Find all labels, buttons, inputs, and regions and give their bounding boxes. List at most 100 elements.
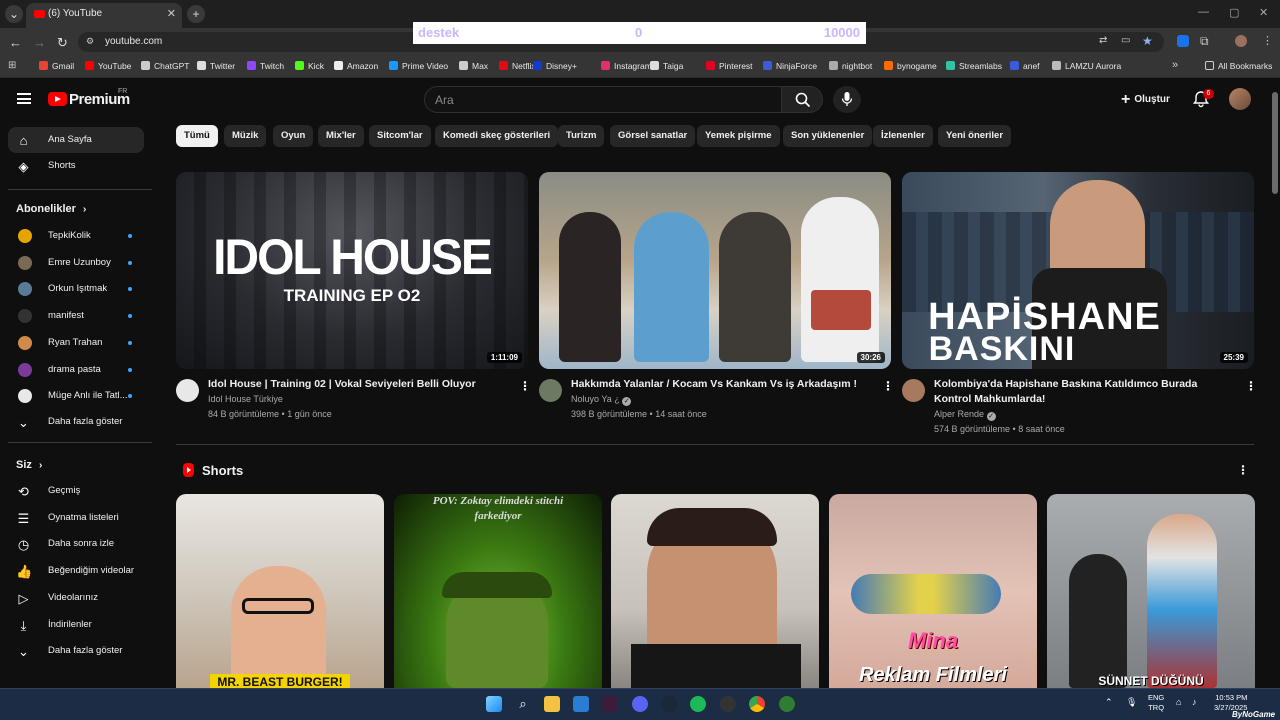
- sidebar-item-subscription[interactable]: Emre Uzunboy: [8, 250, 144, 276]
- voice-search-button[interactable]: [833, 86, 861, 113]
- sidebar-item-shorts[interactable]: ◈ Shorts: [8, 153, 144, 179]
- short-card[interactable]: [611, 494, 819, 688]
- browser-tab[interactable]: (6) YouTube ✕: [26, 3, 182, 28]
- more-bookmarks-icon[interactable]: »: [1172, 59, 1178, 71]
- filter-chip[interactable]: Mix'ler: [318, 125, 364, 147]
- bookmark-link[interactable]: Streamlabs: [946, 61, 1002, 71]
- url-text[interactable]: youtube.com: [105, 36, 162, 47]
- profile-avatar[interactable]: [1235, 35, 1247, 47]
- apps-grid-icon[interactable]: ⊞: [8, 60, 16, 71]
- bookmark-link[interactable]: Instagram: [601, 61, 652, 71]
- volume-icon[interactable]: ♪: [1192, 697, 1197, 707]
- sidebar-item-clock[interactable]: ◷ Daha sonra izle: [8, 531, 144, 557]
- youtube-logo-icon[interactable]: [48, 92, 67, 106]
- channel-name[interactable]: Noluyo Ya ¿ ✓: [571, 394, 632, 406]
- sidebar-item-history[interactable]: ⟲ Geçmiş: [8, 478, 144, 504]
- sidebar-item-subscription[interactable]: TepkiKolik: [8, 223, 144, 249]
- sidebar-item-playlist[interactable]: ☰ Oynatma listeleri: [8, 505, 144, 531]
- bookmark-link[interactable]: Twitter: [197, 61, 235, 71]
- bookmark-link[interactable]: bynogame: [884, 61, 937, 71]
- filter-chip[interactable]: Yemek pişirme: [697, 125, 780, 147]
- sidebar-item-subscription[interactable]: Orkun Işıtmak: [8, 276, 144, 302]
- video-title[interactable]: Kolombiya'da Hapishane Baskına Katıldımc…: [934, 377, 1234, 407]
- filter-chip[interactable]: Yeni öneriler: [938, 125, 1012, 147]
- bookmark-link[interactable]: Disney+: [533, 61, 577, 71]
- all-bookmarks-link[interactable]: All Bookmarks: [1205, 61, 1272, 71]
- create-button[interactable]: + Oluştur: [1115, 87, 1179, 112]
- filter-chip[interactable]: Oyun: [273, 125, 314, 147]
- close-tab-icon[interactable]: ✕: [167, 3, 176, 25]
- video-thumbnail[interactable]: HAPİSHANE BASKINI 25:39: [902, 172, 1254, 369]
- bookmark-link[interactable]: Taiga: [650, 61, 683, 71]
- sidebar-item-your-videos[interactable]: ▷ Videolarınız: [8, 585, 144, 611]
- tray-chevron-icon[interactable]: ⌃: [1105, 697, 1113, 708]
- bookmark-link[interactable]: Gmail: [39, 61, 74, 71]
- filter-chip[interactable]: Son yüklenenler: [783, 125, 873, 147]
- account-avatar[interactable]: [1229, 88, 1251, 110]
- video-thumbnail[interactable]: 30:26: [539, 172, 891, 369]
- filter-chip[interactable]: Müzik: [224, 125, 267, 147]
- bookmark-link[interactable]: LAMZU Aurora: [1052, 61, 1121, 71]
- subscriptions-heading[interactable]: Abonelikler ›: [16, 203, 86, 215]
- channel-name[interactable]: Idol House Türkiye: [208, 394, 283, 404]
- short-card[interactable]: POV: Zoktay elimdeki stitchi farkediyor: [394, 494, 602, 688]
- video-title[interactable]: Idol House | Training 02 | Vokal Seviyel…: [208, 377, 508, 392]
- bookmark-star-icon[interactable]: ★: [1142, 34, 1153, 48]
- input-language[interactable]: ENG TRQ: [1148, 693, 1164, 713]
- cast-icon[interactable]: ▭: [1121, 35, 1130, 46]
- filter-chip[interactable]: İzlenenler: [873, 125, 933, 147]
- app-green-icon[interactable]: [779, 696, 795, 712]
- video-thumbnail[interactable]: IDOL HOUSE TRAINING EP O2 1:11:09: [176, 172, 528, 369]
- channel-name[interactable]: Alper Rende ✓: [934, 409, 996, 421]
- more-options-icon[interactable]: ⋮: [1245, 379, 1257, 393]
- extensions-icon[interactable]: ⧉: [1200, 34, 1209, 49]
- filter-chip[interactable]: Turizm: [558, 125, 605, 147]
- reload-icon[interactable]: ↻: [57, 35, 68, 51]
- site-info-icon[interactable]: ⚙: [86, 36, 94, 47]
- minimize-icon[interactable]: —: [1198, 6, 1209, 18]
- channel-avatar[interactable]: [176, 379, 199, 402]
- bookmark-link[interactable]: Kick: [295, 61, 324, 71]
- short-card[interactable]: SÜNNET DÜĞÜNÜ: [1047, 494, 1255, 688]
- more-options-icon[interactable]: ⋮: [519, 379, 531, 393]
- bookmark-link[interactable]: Amazon: [334, 61, 378, 71]
- steam-icon[interactable]: [661, 696, 677, 712]
- filter-chip[interactable]: Görsel sanatlar: [610, 125, 696, 147]
- video-title[interactable]: Hakkımda Yalanlar / Kocam Vs Kankam Vs i…: [571, 377, 871, 392]
- bookmark-link[interactable]: anef: [1010, 61, 1040, 71]
- tray-mic-icon[interactable]: 🎙: [1126, 697, 1137, 708]
- start-button-icon[interactable]: [486, 696, 502, 712]
- you-heading[interactable]: Siz ›: [16, 459, 42, 471]
- filter-chip[interactable]: Tümü: [176, 125, 218, 147]
- translate-icon[interactable]: ⇄: [1099, 35, 1107, 46]
- forward-icon[interactable]: →: [33, 35, 46, 50]
- bookmark-link[interactable]: Pinterest: [706, 61, 753, 71]
- network-icon[interactable]: ⌂: [1176, 697, 1181, 707]
- short-card[interactable]: Mina Reklam Filmleri: [829, 494, 1037, 688]
- shorts-more-icon[interactable]: ⋮: [1237, 463, 1249, 477]
- discord-icon[interactable]: [632, 696, 648, 712]
- bookmark-link[interactable]: nightbot: [829, 61, 872, 71]
- close-window-icon[interactable]: ✕: [1259, 6, 1268, 19]
- menu-icon[interactable]: [17, 93, 31, 104]
- file-explorer-icon[interactable]: [544, 696, 560, 712]
- sidebar-item-subscription[interactable]: drama pasta: [8, 357, 144, 383]
- calendar-extension-icon[interactable]: [1177, 35, 1189, 47]
- new-tab-button[interactable]: +: [187, 5, 205, 23]
- browser-menu-icon[interactable]: ⋮: [1262, 34, 1273, 47]
- search-input[interactable]: [424, 86, 782, 113]
- sidebar-item-subscription[interactable]: Müge Anlı ile Tatl...: [8, 383, 144, 409]
- sidebar-item-subscription[interactable]: manifest: [8, 303, 144, 329]
- bookmark-link[interactable]: YouTube: [85, 61, 131, 71]
- sidebar-item-subscription[interactable]: Ryan Trahan: [8, 330, 144, 356]
- obs-studio-icon[interactable]: [602, 696, 618, 712]
- bookmark-link[interactable]: Netflix: [499, 61, 536, 71]
- filter-chip[interactable]: Komedi skeç gösterileri: [435, 125, 559, 147]
- sidebar-item-download[interactable]: ⤓ İndirilenler: [8, 612, 144, 638]
- search-taskbar-icon[interactable]: ⌕: [515, 696, 531, 712]
- bookmark-link[interactable]: Prime Video: [389, 61, 448, 71]
- bookmark-link[interactable]: Max: [459, 61, 488, 71]
- maximize-icon[interactable]: ▢: [1229, 6, 1239, 19]
- spotify-icon[interactable]: [690, 696, 706, 712]
- bookmark-link[interactable]: NinjaForce: [763, 61, 817, 71]
